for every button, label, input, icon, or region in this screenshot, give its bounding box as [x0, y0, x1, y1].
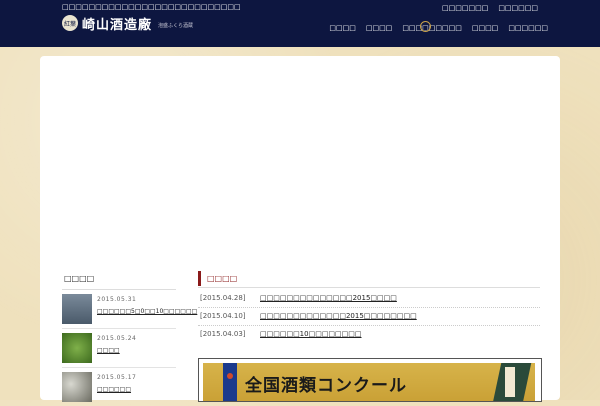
logo-name: 崎山酒造廠	[82, 17, 153, 33]
site-header: □□□□□□□□□□□□□□□□□□□□□□□□□□□ 紅葉 崎山酒造廠 泡盛ふ…	[0, 0, 600, 47]
post-title-link[interactable]: □□□□	[97, 347, 120, 354]
post-thumbnail[interactable]	[62, 372, 92, 402]
post-divider	[62, 328, 176, 329]
sidebar-post[interactable]: 2015.05.17 □□□□□□	[62, 370, 176, 406]
news-heading: □□□□	[198, 271, 237, 286]
nav-item-3[interactable]: □□□□□□□□□	[402, 21, 462, 32]
logo-subtitle: 泡盛ふくら酒蔵	[158, 22, 194, 29]
main-nav: □□□□ □□□□ □□□□□□□□□ □□□□ □□□□□□	[329, 21, 548, 32]
news-title-link[interactable]: □□□□□□10□□□□□□□□	[260, 330, 362, 338]
post-date: 2015.05.31	[97, 296, 137, 303]
post-thumbnail[interactable]	[62, 294, 92, 324]
sidebar-divider	[62, 289, 176, 290]
news-title-link[interactable]: □□□□□□□□□□□□□□2015□□□□	[260, 294, 397, 302]
banner-text: 全国酒類コンクール	[245, 376, 407, 396]
logo-seal-icon: 紅葉	[62, 15, 78, 31]
news-item: [2015.04.03] □□□□□□10□□□□□□□□	[200, 327, 362, 341]
sidebar-post[interactable]: 2015.05.31 □□□□□□5□0□□10□□□□□□	[62, 292, 197, 328]
news-divider	[198, 287, 540, 288]
site-tagline: □□□□□□□□□□□□□□□□□□□□□□□□□□□	[62, 3, 241, 11]
contest-banner[interactable]: 全国酒類コンクール	[198, 358, 542, 402]
bottle-label-image	[505, 367, 515, 397]
nav-item-5[interactable]: □□□□□□	[508, 24, 548, 32]
ribbon-icon	[223, 363, 237, 401]
site-logo[interactable]: 紅葉 崎山酒造廠 泡盛ふくら酒蔵	[62, 14, 194, 33]
news-item: [2015.04.10] □□□□□□□□□□□□□2015□□□□□□□□	[200, 309, 417, 323]
post-divider	[62, 367, 176, 368]
utility-link-1[interactable]: □□□□□□□	[442, 4, 488, 12]
post-title-link[interactable]: □□□□□□	[97, 386, 131, 393]
utility-link-2[interactable]: □□□□□□	[498, 4, 538, 12]
news-date: [2015.04.03]	[200, 330, 246, 338]
news-date: [2015.04.10]	[200, 312, 246, 320]
post-date: 2015.05.24	[97, 335, 137, 342]
post-thumbnail[interactable]	[62, 333, 92, 363]
sidebar-post[interactable]: 2015.05.24 □□□□	[62, 331, 176, 367]
news-title-link[interactable]: □□□□□□□□□□□□□2015□□□□□□□□	[260, 312, 417, 320]
news-date: [2015.04.28]	[200, 294, 246, 302]
nav-item-4[interactable]: □□□□	[472, 24, 498, 32]
news-item: [2015.04.28] □□□□□□□□□□□□□□2015□□□□	[200, 291, 397, 305]
sidebar-title: □□□□	[64, 274, 95, 283]
post-date: 2015.05.17	[97, 374, 137, 381]
nav-item-3-label: □□□□□□□□□	[402, 24, 462, 32]
nav-item-2[interactable]: □□□□	[366, 24, 392, 32]
post-title-link[interactable]: □□□□□□5□0□□10□□□□□□	[97, 308, 197, 315]
banner-background: 全国酒類コンクール	[203, 363, 535, 401]
utility-links: □□□□□□□ □□□□□□	[442, 4, 538, 12]
nav-item-1[interactable]: □□□□	[329, 24, 355, 32]
